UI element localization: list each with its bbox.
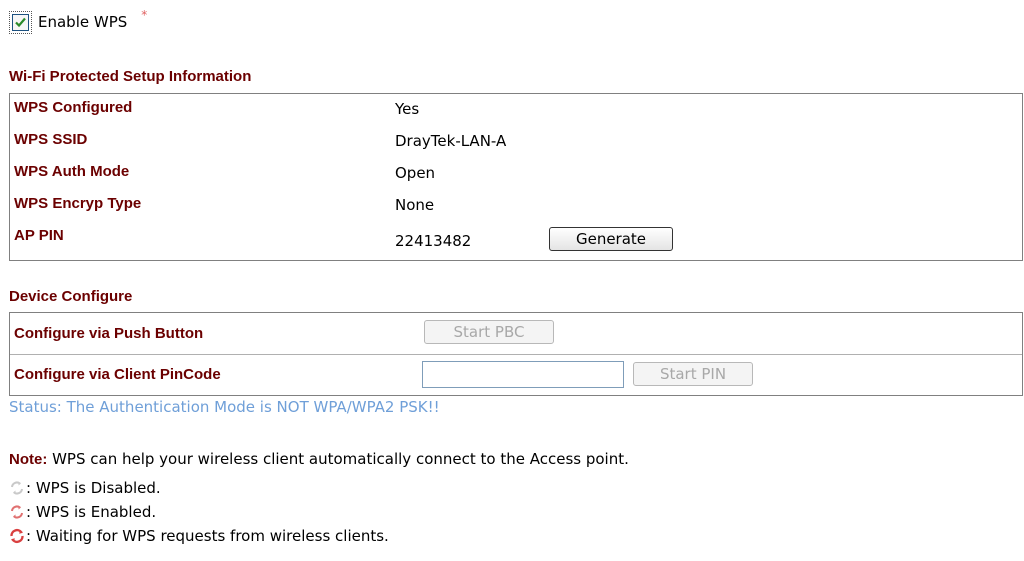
wps-auth-mode-label: WPS Auth Mode <box>14 163 130 180</box>
generate-button[interactable]: Generate <box>549 227 673 251</box>
wps-disabled-icon <box>9 480 25 496</box>
enable-wps-row: Enable WPS * <box>9 8 148 35</box>
legend-item-enabled: : WPS is Enabled. <box>9 501 156 523</box>
wps-ssid-label: WPS SSID <box>14 131 88 148</box>
legend-item-disabled: : WPS is Disabled. <box>9 477 161 499</box>
device-configure-table: Configure via Push Button Start PBC Conf… <box>9 312 1023 396</box>
start-pin-button[interactable]: Start PIN <box>633 362 753 386</box>
wps-info-title: Wi-Fi Protected Setup Information <box>9 68 252 85</box>
table-row: AP PIN 22413482 <box>10 222 1022 252</box>
required-mark: * <box>141 8 148 22</box>
wps-encryp-type-label: WPS Encryp Type <box>14 195 142 212</box>
pincode-input[interactable] <box>422 361 624 388</box>
status-text: Status: The Authentication Mode is NOT W… <box>9 398 440 416</box>
ap-pin-value: 22413482 <box>395 232 472 250</box>
push-button-label: Configure via Push Button <box>14 325 204 342</box>
wps-waiting-icon <box>9 528 25 544</box>
ap-pin-label: AP PIN <box>14 227 64 244</box>
wps-ssid-value: DrayTek-LAN-A <box>395 132 507 150</box>
enable-wps-label[interactable]: Enable WPS <box>38 13 127 31</box>
table-row: WPS Encryp Type None <box>10 190 1022 220</box>
note-label: Note: <box>9 451 48 468</box>
wps-configured-label: WPS Configured <box>14 99 133 116</box>
checkmark-icon <box>15 17 26 27</box>
client-pincode-label: Configure via Client PinCode <box>14 366 221 383</box>
wps-encryp-type-value: None <box>395 196 435 214</box>
legend-text: : Waiting for WPS requests from wireless… <box>26 527 389 545</box>
note-text: Note: WPS can help your wireless client … <box>9 450 629 468</box>
wps-info-table: WPS Configured Yes WPS SSID DrayTek-LAN-… <box>9 93 1023 261</box>
legend-text: : WPS is Enabled. <box>26 503 157 521</box>
wps-enabled-icon <box>9 504 25 520</box>
checkbox-box[interactable] <box>12 13 29 31</box>
wps-auth-mode-value: Open <box>395 164 436 182</box>
table-row: WPS SSID DrayTek-LAN-A <box>10 126 1022 156</box>
legend-item-waiting: : Waiting for WPS requests from wireless… <box>9 525 389 547</box>
start-pbc-button[interactable]: Start PBC <box>424 320 554 344</box>
table-row: WPS Auth Mode Open <box>10 158 1022 188</box>
row-divider <box>10 354 1022 355</box>
legend-text: : WPS is Disabled. <box>26 479 161 497</box>
device-configure-title: Device Configure <box>9 288 133 305</box>
table-row: WPS Configured Yes <box>10 94 1022 124</box>
wps-configured-value: Yes <box>395 100 420 118</box>
note-body: WPS can help your wireless client automa… <box>47 450 629 468</box>
enable-wps-checkbox[interactable] <box>9 10 32 34</box>
